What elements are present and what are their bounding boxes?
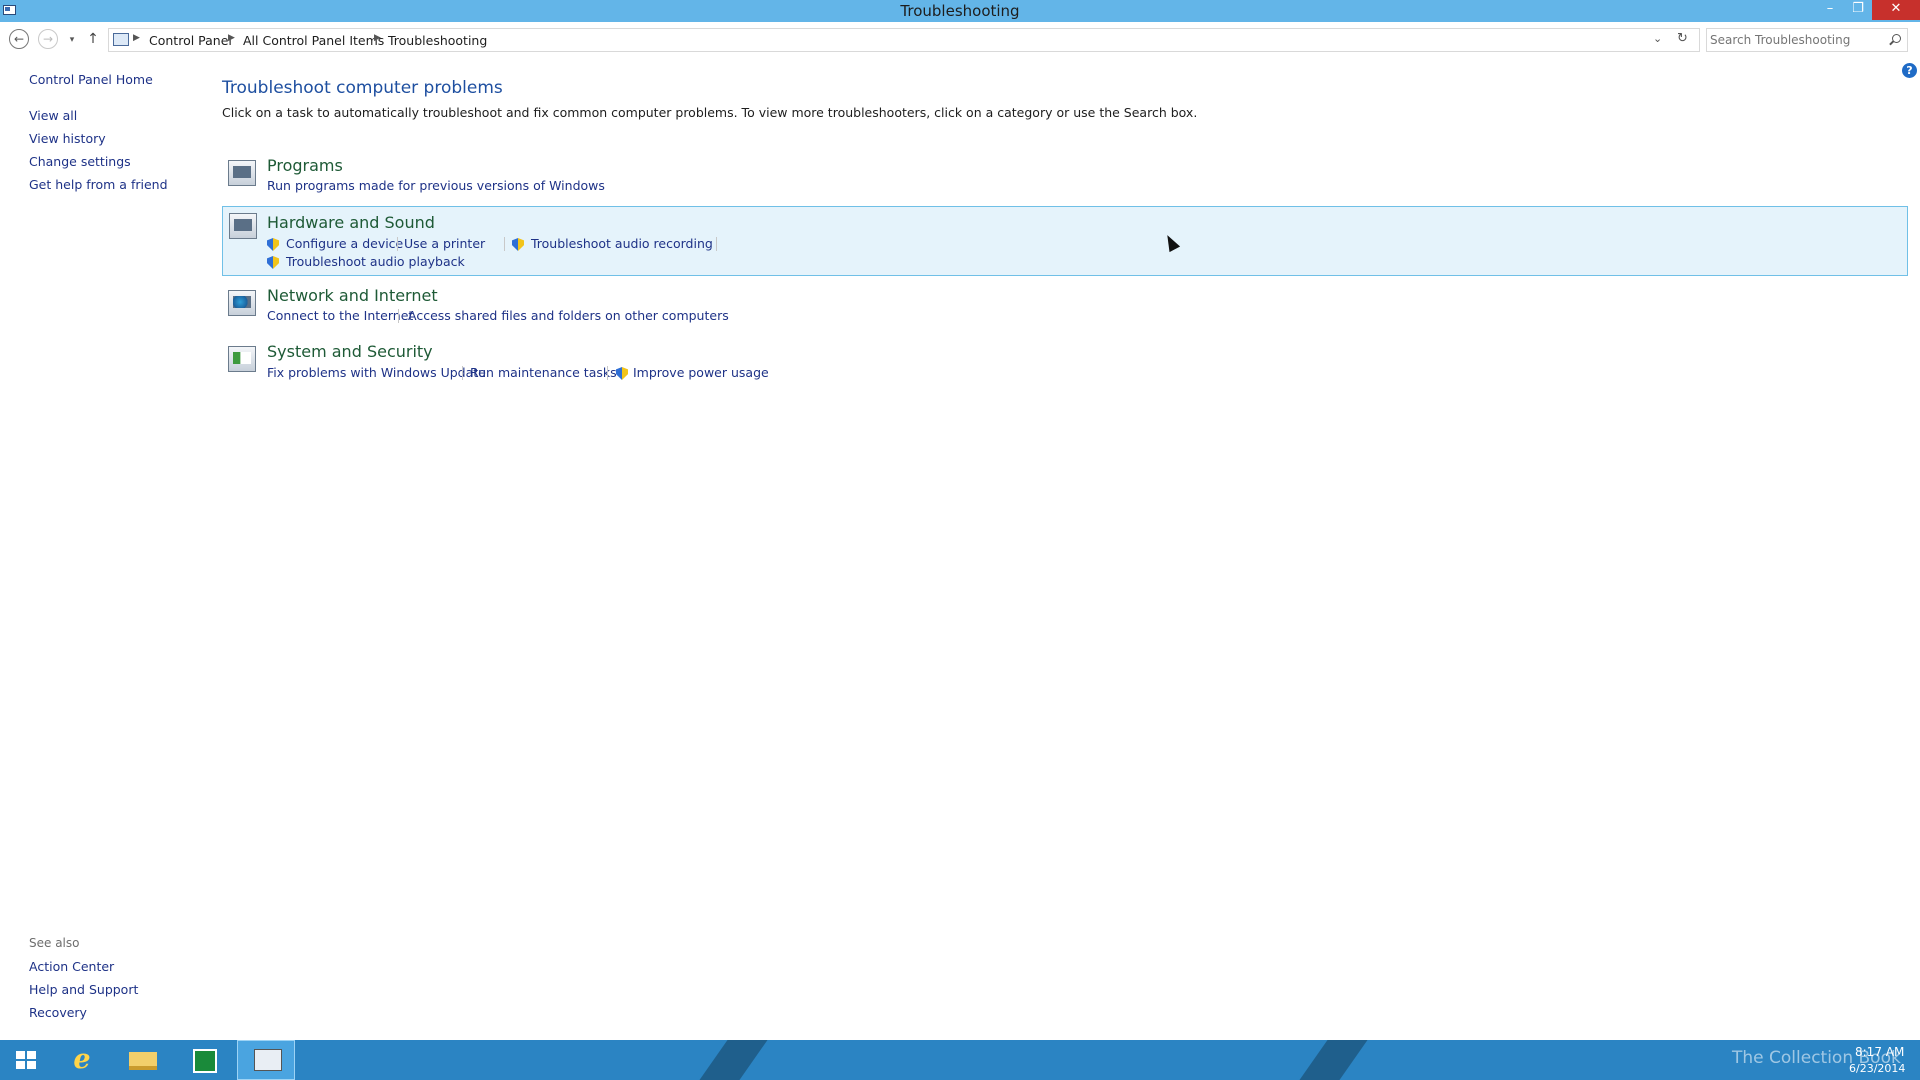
system-and-security-icon[interactable] (228, 346, 256, 372)
task-troubleshoot-audio-playback[interactable]: Troubleshoot audio playback (286, 254, 465, 269)
task-troubleshoot-audio-recording[interactable]: Troubleshoot audio recording (531, 236, 713, 251)
hardware-and-sound-icon[interactable] (229, 213, 257, 239)
window-title: Troubleshooting (900, 2, 1020, 20)
task-access-shared-files-and-folders[interactable]: Access shared files and folders on other… (408, 308, 729, 323)
recovery-link[interactable]: Recovery (29, 1005, 87, 1020)
page-title: Troubleshoot computer problems (222, 78, 503, 98)
network-and-internet-icon[interactable] (228, 290, 256, 316)
taskbar-control-panel[interactable] (237, 1040, 295, 1080)
search-input[interactable] (1710, 31, 1880, 49)
task-fix-problems-with-windows-update[interactable]: Fix problems with Windows Update (267, 365, 486, 380)
search-icon[interactable] (1892, 34, 1901, 43)
clock-time[interactable]: 8:17 AM (1855, 1045, 1904, 1059)
programs-icon[interactable] (228, 160, 256, 186)
address-bar[interactable]: ▶ Control Panel ▶ All Control Panel Item… (108, 28, 1700, 52)
task-separator (716, 237, 717, 251)
breadcrumb-all-control-panel-items[interactable]: All Control Panel Items (243, 33, 384, 48)
control-panel-home-link[interactable]: Control Panel Home (29, 72, 153, 87)
task-separator (462, 366, 463, 380)
action-center-link[interactable]: Action Center (29, 959, 114, 974)
maximize-button[interactable]: ❐ (1844, 0, 1872, 20)
category-system-and-security[interactable]: System and Security Fix problems with Wi… (222, 340, 1908, 390)
up-button[interactable]: ↑ (84, 30, 102, 50)
task-connect-to-the-internet[interactable]: Connect to the Internet (267, 308, 413, 323)
category-title-programs[interactable]: Programs (267, 156, 343, 175)
start-button[interactable] (0, 1040, 58, 1080)
internet-explorer-icon: e (73, 1044, 91, 1075)
category-programs[interactable]: Programs Run programs made for previous … (222, 154, 1908, 204)
category-network-and-internet[interactable]: Network and Internet Connect to the Inte… (222, 284, 1908, 334)
task-separator (504, 237, 505, 251)
uac-shield-icon (512, 238, 524, 251)
taskbar-internet-explorer[interactable]: e (52, 1040, 110, 1080)
task-separator (398, 309, 399, 323)
page-description: Click on a task to automatically trouble… (222, 105, 1198, 120)
category-title-hardware-and-sound[interactable]: Hardware and Sound (267, 213, 435, 232)
taskbar-file-explorer[interactable] (114, 1040, 172, 1080)
refresh-icon[interactable]: ↻ (1677, 31, 1688, 46)
task-separator (397, 237, 398, 251)
control-panel-icon (254, 1049, 282, 1071)
breadcrumb-troubleshooting[interactable]: Troubleshooting (388, 33, 487, 48)
system-tray: 8:17 AM 6/23/2014 (1745, 1040, 1920, 1080)
breadcrumb-chevron-icon[interactable]: ▶ (228, 33, 235, 43)
breadcrumb-chevron-icon[interactable]: ▶ (133, 33, 140, 43)
close-button[interactable]: ✕ (1872, 0, 1920, 20)
windows-logo-icon (16, 1051, 36, 1069)
forward-button[interactable]: → (38, 29, 58, 49)
recent-locations-button[interactable]: ▾ (66, 31, 78, 45)
see-also-heading: See also (29, 936, 80, 950)
control-panel-location-icon (113, 33, 129, 46)
task-separator (607, 366, 608, 380)
taskbar-store[interactable] (175, 1040, 233, 1080)
search-box[interactable] (1706, 28, 1908, 52)
help-icon[interactable]: ? (1902, 63, 1917, 78)
taskbar-decoration (1285, 1040, 1375, 1080)
uac-shield-icon (616, 367, 628, 380)
taskbar: e The Collection Book 8:17 AM 6/23/2014 (0, 1040, 1920, 1080)
category-title-network-and-internet[interactable]: Network and Internet (267, 286, 438, 305)
change-settings-link[interactable]: Change settings (29, 154, 131, 169)
navigation-bar: ← → ▾ ↑ ▶ Control Panel ▶ All Control Pa… (0, 24, 1920, 56)
task-run-maintenance-tasks[interactable]: Run maintenance tasks (470, 365, 617, 380)
uac-shield-icon (267, 238, 279, 251)
breadcrumb-control-panel[interactable]: Control Panel (149, 33, 232, 48)
clock-date[interactable]: 6/23/2014 (1849, 1062, 1905, 1075)
task-improve-power-usage[interactable]: Improve power usage (633, 365, 769, 380)
help-and-support-link[interactable]: Help and Support (29, 982, 138, 997)
category-hardware-and-sound[interactable]: Hardware and Sound Configure a device Us… (222, 206, 1908, 276)
address-dropdown-icon[interactable]: ⌄ (1653, 32, 1662, 45)
task-configure-a-device[interactable]: Configure a device (286, 236, 403, 251)
title-bar: Troubleshooting – ❐ ✕ (0, 0, 1920, 22)
view-history-link[interactable]: View history (29, 131, 106, 146)
task-use-a-printer[interactable]: Use a printer (404, 236, 485, 251)
breadcrumb-chevron-icon[interactable]: ▶ (374, 33, 381, 43)
store-icon (193, 1049, 217, 1073)
taskbar-decoration (685, 1040, 775, 1080)
get-help-from-a-friend-link[interactable]: Get help from a friend (29, 177, 168, 192)
folder-icon (129, 1052, 157, 1070)
minimize-button[interactable]: – (1816, 0, 1844, 20)
category-title-system-and-security[interactable]: System and Security (267, 342, 433, 361)
back-button[interactable]: ← (9, 29, 29, 49)
uac-shield-icon (267, 256, 279, 269)
task-run-programs-made-for-previous-versions[interactable]: Run programs made for previous versions … (267, 178, 605, 193)
view-all-link[interactable]: View all (29, 108, 77, 123)
